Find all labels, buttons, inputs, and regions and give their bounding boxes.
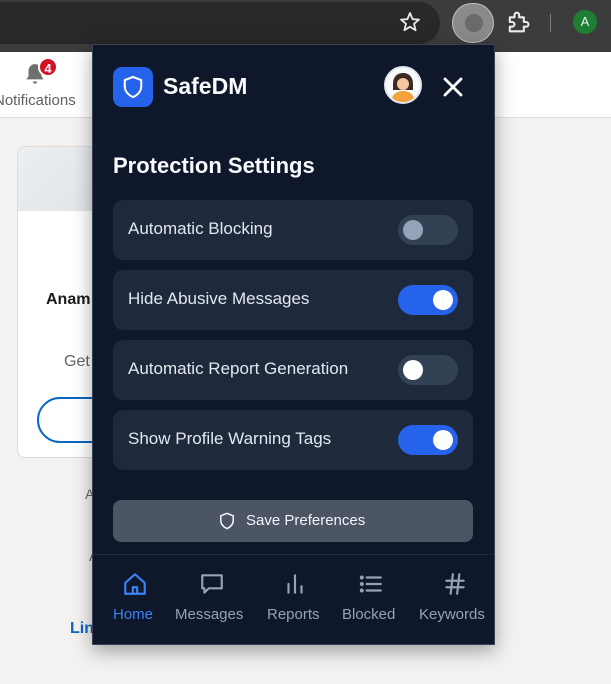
setting-row-automatic-blocking: Automatic Blocking [113,200,473,260]
shield-icon [123,75,143,99]
setting-label: Automatic Blocking [128,219,273,238]
setting-label: Hide Abusive Messages [128,289,310,308]
app-title: SafeDM [163,73,248,99]
setting-row-automatic-report-generation: Automatic Report Generation [113,340,473,400]
show-profile-warning-tags-toggle[interactable] [398,425,458,455]
automatic-report-generation-toggle[interactable] [398,355,458,385]
nav-label: Home [113,606,154,623]
setting-row-hide-abusive-messages: Hide Abusive Messages [113,270,473,330]
shield-icon [465,14,483,32]
save-preferences-label: Save Preferences [246,512,366,529]
nav-label: Reports [267,606,320,623]
nav-item-keywords[interactable]: Keywords [419,571,491,627]
hide-abusive-messages-toggle[interactable] [398,285,458,315]
setting-label: Automatic Report Generation [128,359,349,378]
nav-item-reports[interactable]: Reports [267,571,325,627]
home-icon [124,573,146,595]
profile-avatar-button[interactable]: A [573,10,597,34]
save-preferences-button[interactable]: Save Preferences [113,500,473,542]
toggle-knob [403,220,423,240]
automatic-blocking-toggle[interactable] [398,215,458,245]
nav-item-blocked[interactable]: Blocked [342,571,402,627]
toolbar-divider [550,14,551,32]
profile-subtext: Get [64,353,90,370]
hash-icon [445,573,465,595]
toggle-knob [433,430,453,450]
message-icon [201,574,223,594]
app-logo [113,67,153,107]
notifications-label[interactable]: Notifications [0,92,92,109]
nav-item-home[interactable]: Home [113,571,157,627]
toggle-knob [403,360,423,380]
star-icon[interactable] [398,10,422,34]
nav-label: Blocked [342,606,396,623]
nav-label: Keywords [419,606,485,623]
list-icon [359,575,382,593]
puzzle-icon[interactable] [504,8,532,36]
profile-name: Anam [46,291,91,308]
nav-label: Messages [175,606,244,623]
bar-chart-icon [287,574,303,594]
setting-row-show-profile-warning-tags: Show Profile Warning Tags [113,410,473,470]
nav-item-messages[interactable]: Messages [175,571,249,627]
notification-count-badge: 4 [38,57,58,77]
shield-icon [220,512,234,530]
section-title: Protection Settings [113,153,315,178]
safedm-extension-button[interactable] [452,3,494,43]
setting-label: Show Profile Warning Tags [128,429,332,448]
safedm-popup: SafeDM Protection Settings Automatic Blo… [92,44,495,645]
close-icon[interactable] [440,74,466,100]
toggle-knob [433,290,453,310]
address-bar[interactable] [0,2,440,44]
user-avatar[interactable] [384,66,422,104]
nav-divider [93,554,494,555]
page-link[interactable]: Lin [70,620,94,638]
